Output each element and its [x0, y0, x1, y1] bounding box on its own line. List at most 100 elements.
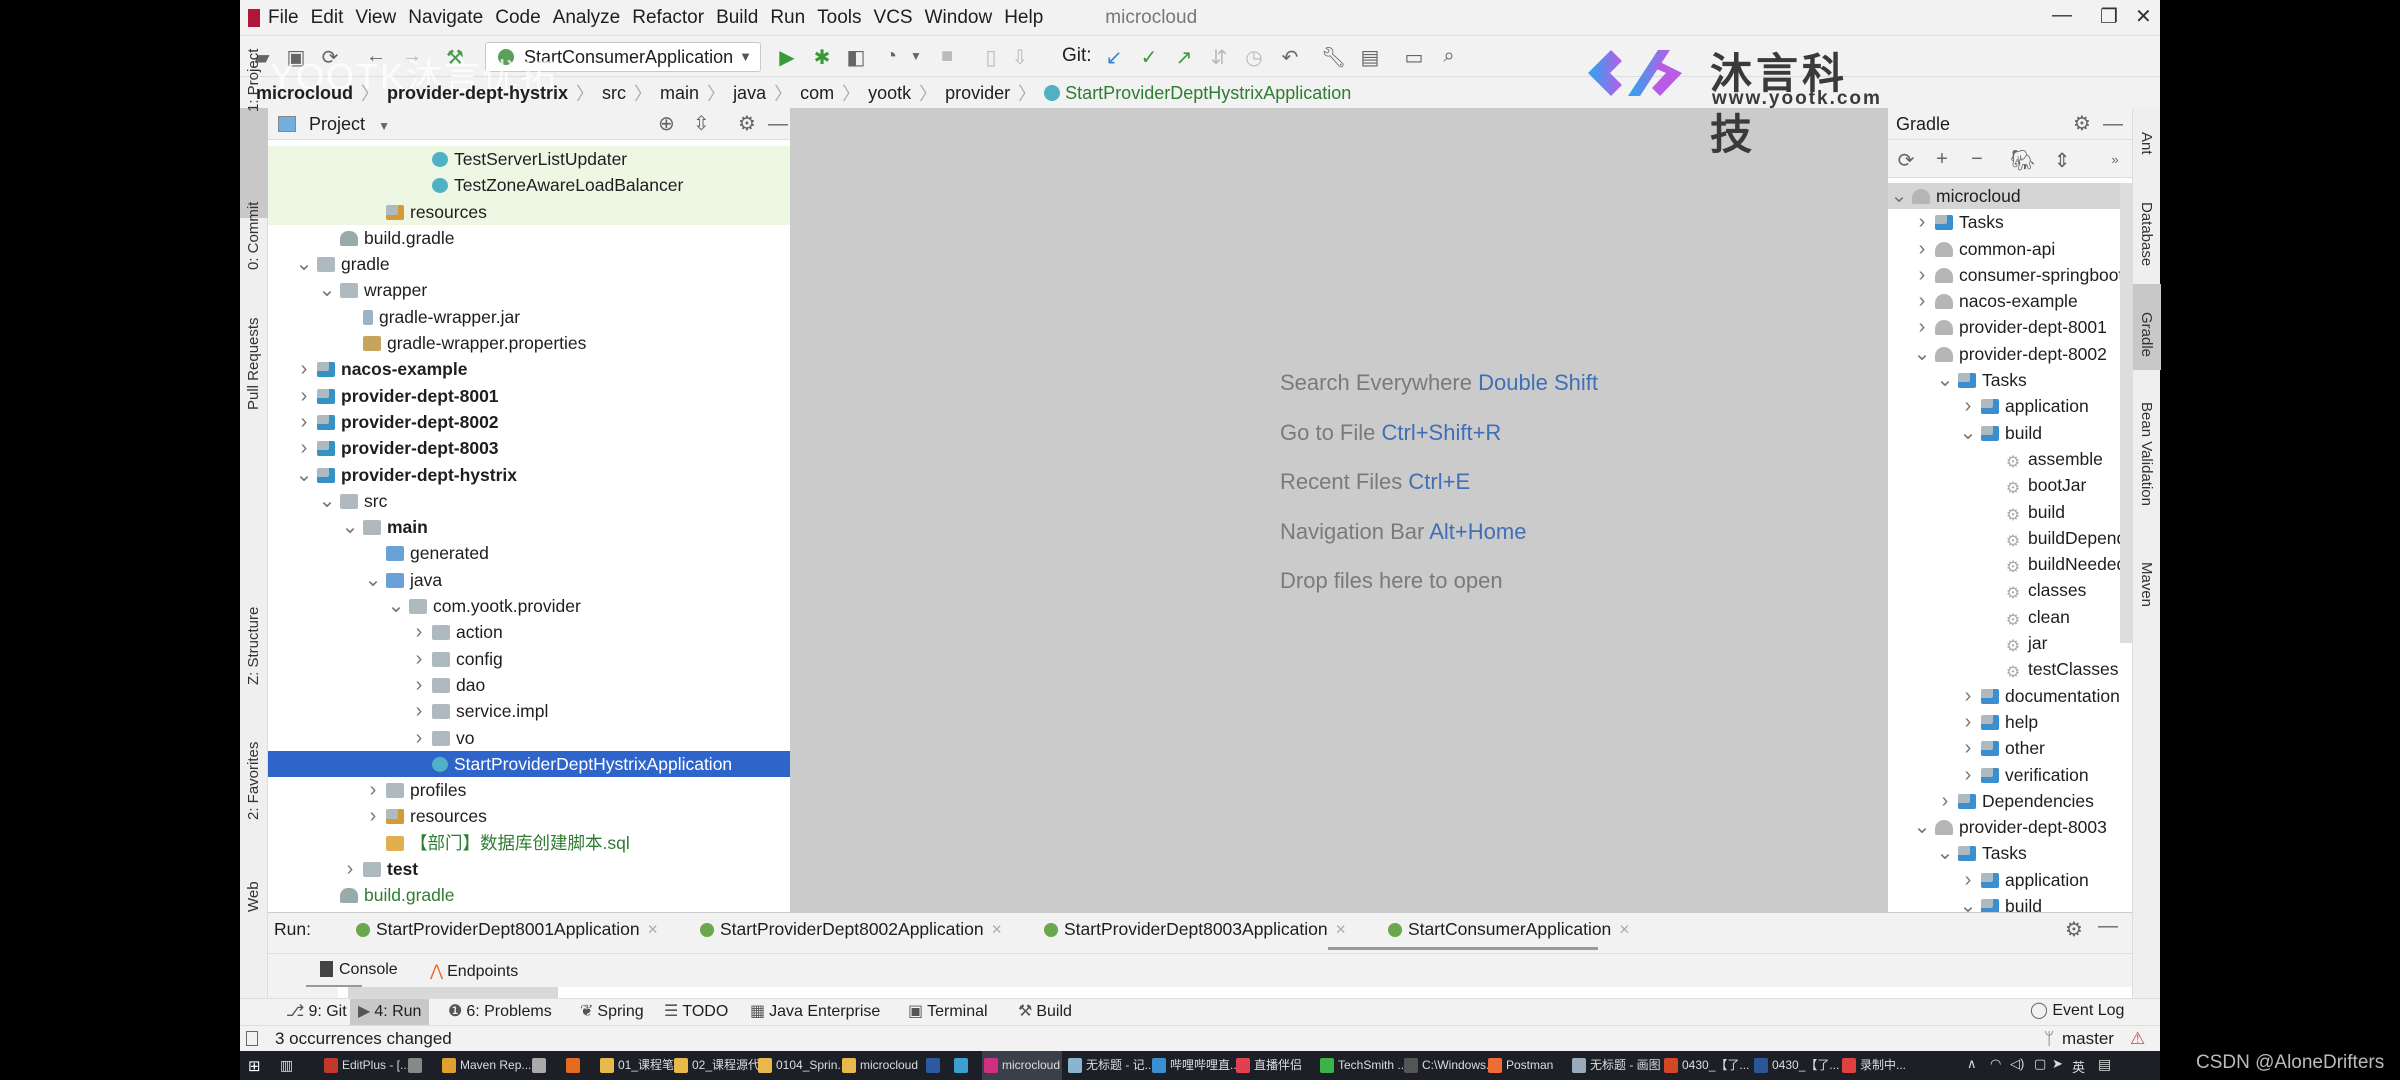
tree-row[interactable]: ⌄ provider-dept-8002: [1888, 341, 2132, 367]
tool-window-spring[interactable]: ❦ Spring: [572, 999, 652, 1025]
chevron-right-icon[interactable]: ›: [1913, 262, 1931, 288]
taskbar-item[interactable]: [924, 1051, 950, 1080]
expand-all-icon[interactable]: ⇕: [2050, 148, 2074, 173]
tree-row[interactable]: ⌄ Tasks: [1888, 840, 2132, 866]
run-tab[interactable]: StartConsumerApplication ×: [1388, 919, 1630, 940]
breadcrumb-item[interactable]: microcloud: [256, 83, 353, 104]
menu-tools[interactable]: Tools: [817, 7, 861, 29]
taskbar-item[interactable]: 直播伴侣: [1234, 1051, 1314, 1080]
event-log-button[interactable]: ◯ Event Log: [2030, 998, 2124, 1024]
chevron-down-icon[interactable]: ⌄: [318, 277, 336, 303]
close-tab-icon[interactable]: ×: [648, 919, 658, 939]
profile-icon[interactable]: ◔: [879, 45, 903, 68]
tree-row[interactable]: ⚙ clean: [1888, 604, 2132, 630]
hide-icon[interactable]: —: [2103, 108, 2123, 140]
git-update-icon[interactable]: ↙: [1102, 45, 1126, 70]
update-icon[interactable]: ⇩: [1008, 45, 1032, 70]
chevron-right-icon[interactable]: ›: [410, 698, 428, 724]
chevron-right-icon[interactable]: ›: [341, 856, 359, 882]
taskbar-item[interactable]: [530, 1051, 556, 1080]
taskbar-item[interactable]: 02_课程源代...: [672, 1051, 770, 1080]
display-icon[interactable]: ▢: [2034, 1056, 2046, 1072]
gear-icon[interactable]: ⚙: [2065, 917, 2083, 942]
close-tab-icon[interactable]: ×: [992, 919, 1002, 939]
tree-row[interactable]: › Dependencies: [1888, 788, 2132, 814]
menu-view[interactable]: View: [355, 7, 396, 29]
project-view-select[interactable]: Project: [309, 114, 365, 134]
tool-window-todo[interactable]: ☰ TODO: [656, 999, 736, 1025]
tree-row[interactable]: ⚙ testClasses: [1888, 656, 2132, 682]
attach-icon[interactable]: ▯: [979, 45, 1003, 70]
chevron-down-icon[interactable]: ⌄: [1936, 367, 1954, 393]
taskbar-item[interactable]: 无标题 - 记...: [1066, 1051, 1155, 1080]
stop-icon[interactable]: ■: [935, 45, 959, 68]
windows-start-icon[interactable]: ⊞: [248, 1057, 261, 1075]
menu-vcs[interactable]: VCS: [874, 7, 913, 29]
chevron-right-icon[interactable]: ›: [1959, 762, 1977, 788]
git-compare-icon[interactable]: ⇵: [1207, 45, 1231, 70]
tree-row[interactable]: › provider-dept-8001: [1888, 314, 2132, 340]
tree-row[interactable]: ⌄ build: [1888, 420, 2132, 446]
chevron-down-icon[interactable]: ⌄: [295, 462, 313, 488]
taskbar-item[interactable]: Postman: [1486, 1051, 1566, 1080]
close-tab-icon[interactable]: ×: [1336, 919, 1346, 939]
chevron-down-icon[interactable]: ⌄: [1936, 840, 1954, 866]
stripe-tab-commit[interactable]: 0: Commit: [245, 202, 262, 270]
chevron-down-icon[interactable]: ⌄: [1913, 814, 1931, 840]
gear-icon[interactable]: ⚙: [2073, 108, 2091, 140]
taskbar-item[interactable]: C:\Windows...: [1402, 1051, 1496, 1080]
tree-row[interactable]: ⌄ Tasks: [1888, 367, 2132, 393]
chevron-down-icon[interactable]: ⌄: [387, 593, 405, 619]
chevron-right-icon[interactable]: ›: [364, 803, 382, 829]
tool-window-problems[interactable]: ❶ 6: Problems: [440, 999, 560, 1025]
stripe-tab-database[interactable]: Database: [2138, 202, 2155, 266]
settings-wrench-icon[interactable]: 🔧︎: [1321, 45, 1346, 70]
status-toggle-icon[interactable]: [246, 1031, 258, 1046]
volume-icon[interactable]: ◁): [2010, 1056, 2024, 1072]
sync-icon[interactable]: ⟳: [318, 45, 342, 70]
tree-row[interactable]: › nacos-example: [1888, 288, 2132, 314]
taskbar-item[interactable]: 无标题 - 画图: [1570, 1051, 1661, 1080]
run-tab[interactable]: StartProviderDept8002Application ×: [700, 919, 1002, 940]
locate-icon[interactable]: ⊕: [658, 108, 675, 140]
taskbar-item[interactable]: [406, 1051, 432, 1080]
input-method[interactable]: 英: [2072, 1057, 2085, 1076]
chevron-right-icon[interactable]: ›: [1913, 288, 1931, 314]
menu-run[interactable]: Run: [770, 7, 805, 29]
chevron-right-icon[interactable]: ›: [410, 646, 428, 672]
tool-window-terminal[interactable]: ▣ Terminal: [900, 999, 996, 1025]
run-tab[interactable]: StartProviderDept8001Application ×: [356, 919, 658, 940]
chevron-down-icon[interactable]: ▼: [378, 119, 390, 133]
taskbar-item[interactable]: 录制中...: [1840, 1051, 1920, 1080]
tree-row[interactable]: ⚙ assemble: [1888, 446, 2132, 472]
console-scrollbar[interactable]: [348, 987, 558, 998]
chevron-right-icon[interactable]: ›: [1959, 683, 1977, 709]
chevron-down-icon[interactable]: ⌄: [318, 488, 336, 514]
git-commit-icon[interactable]: ✓: [1137, 45, 1161, 70]
taskbar-item[interactable]: 哔哩哔哩直...: [1150, 1051, 1240, 1080]
menu-build[interactable]: Build: [716, 7, 758, 29]
chevron-down-icon[interactable]: ⌄: [1890, 183, 1908, 209]
taskbar-item[interactable]: 0104_Sprin...: [756, 1051, 847, 1080]
coverage-icon[interactable]: ◧: [844, 45, 868, 70]
stripe-tab-ant[interactable]: Ant: [2138, 132, 2155, 155]
network-icon[interactable]: ◠: [1990, 1056, 2001, 1072]
forward-icon[interactable]: →: [400, 45, 424, 68]
taskbar-item[interactable]: [952, 1051, 978, 1080]
hint-shortcut[interactable]: Alt+Home: [1429, 519, 1526, 544]
taskbar-item[interactable]: [564, 1051, 590, 1080]
chevron-down-icon[interactable]: ⌄: [1959, 893, 1977, 912]
tree-row[interactable]: ⚙ bootJar: [1888, 472, 2132, 498]
collapse-all-icon[interactable]: ⇳: [693, 108, 710, 140]
tree-row[interactable]: › documentation: [1888, 683, 2132, 709]
hint-shortcut[interactable]: Double Shift: [1478, 370, 1598, 395]
chevron-right-icon[interactable]: ›: [1959, 735, 1977, 761]
stripe-tab-web[interactable]: Web: [245, 881, 262, 912]
stripe-tab-zstructure[interactable]: Z: Structure: [245, 607, 262, 685]
stripe-tab-project[interactable]: 1: Project: [245, 49, 262, 112]
add-icon[interactable]: +: [1930, 148, 1954, 171]
taskbar-item[interactable]: 01_课程笔记: [598, 1051, 686, 1080]
chevron-right-icon[interactable]: ›: [364, 777, 382, 803]
breadcrumb-item[interactable]: com: [800, 83, 834, 104]
tree-row[interactable]: ⚙ classes: [1888, 577, 2132, 603]
